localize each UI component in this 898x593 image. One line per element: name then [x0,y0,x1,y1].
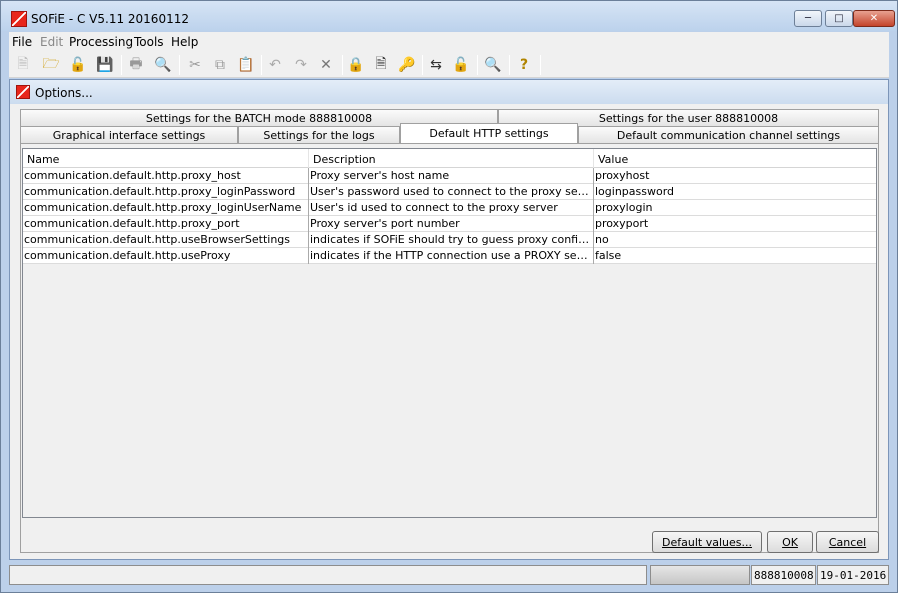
cancel-button[interactable]: Cancel [816,531,879,553]
maximize-button[interactable]: □ [825,10,853,27]
menu-edit[interactable]: Edit [40,35,63,49]
connection-icon[interactable]: ⇆ [427,56,445,74]
document-key-icon[interactable]: 🔑 [398,56,416,74]
help-icon[interactable]: ? [515,56,533,74]
cell-value[interactable]: proxyport [594,216,876,232]
title-bar[interactable]: SOFiE - C V5.11 20160112 ─ □ ✕ [1,1,897,31]
cell-description[interactable]: indicates if SOFiE should try to guess p… [309,232,594,248]
undo-icon[interactable]: ↶ [266,56,284,74]
cell-name[interactable]: communication.default.http.proxy_loginUs… [23,200,309,216]
cell-value[interactable]: proxylogin [594,200,876,216]
redo-icon[interactable]: ↷ [292,56,310,74]
status-progress [650,565,750,585]
cell-name[interactable]: communication.default.http.useBrowserSet… [23,232,309,248]
cell-name[interactable]: communication.default.http.proxy_port [23,216,309,232]
minimize-icon: ─ [804,13,812,24]
cell-value[interactable]: false [594,248,876,264]
cell-description[interactable]: User's id used to connect to the proxy s… [309,200,594,216]
cut-icon[interactable]: ✂ [186,56,204,74]
table-row[interactable]: communication.default.http.proxy_host Pro… [23,168,876,184]
column-header-description[interactable]: Description [309,149,594,168]
cell-value[interactable]: proxyhost [594,168,876,184]
options-dialog: Options... Settings for the BATCH mode 8… [9,79,889,560]
minimize-button[interactable]: ─ [794,10,822,27]
close-button[interactable]: ✕ [853,10,895,27]
sofie-logo-icon [11,11,27,27]
status-user-id: 888810008 [751,565,816,585]
status-bar: 888810008 19-01-2016 [9,564,889,586]
cell-description[interactable]: indicates if the HTTP connection use a P… [309,248,594,264]
close-icon: ✕ [869,13,879,24]
open-folder-icon[interactable]: 🗁 [42,56,60,74]
window-title: SOFiE - C V5.11 20160112 [31,12,189,26]
tab-default-http[interactable]: Default HTTP settings [400,123,578,143]
table-header: Name Description Value [23,149,876,168]
tab-graphical-interface[interactable]: Graphical interface settings [20,126,238,143]
cell-name[interactable]: communication.default.http.proxy_host [23,168,309,184]
table-row[interactable]: communication.default.http.proxy_loginUs… [23,200,876,216]
tab-panel: Name Description Value communication.def… [20,143,879,553]
print-preview-icon[interactable]: 🔍 [154,56,172,74]
status-message [9,565,647,585]
toolbar: 🗎 🗁 🔓 💾 🖶 🔍 ✂ ⧉ 📋 ↶ ↷ ✕ 🔒 🗎 🔑 ⇆ 🔓 🔍 ? [9,52,889,78]
save-icon[interactable]: 💾 [96,56,114,74]
tab-communication-channel[interactable]: Default communication channel settings [578,126,879,143]
table-row[interactable]: communication.default.http.proxy_loginPa… [23,184,876,200]
menu-bar: File Edit Processing Tools Help [9,32,889,52]
find-icon[interactable]: 🔍 [484,56,502,74]
sofie-logo-icon [16,85,30,99]
document-settings-icon[interactable]: 🗎 [372,56,390,74]
new-file-icon[interactable]: 🗎 [14,56,32,74]
column-header-value[interactable]: Value [594,149,876,168]
default-values-button[interactable]: Default values... [652,531,762,553]
table-row[interactable]: communication.default.http.useProxy indic… [23,248,876,264]
cell-value[interactable]: no [594,232,876,248]
lock-icon[interactable]: 🔒 [347,56,365,74]
dialog-title: Options... [35,86,93,100]
table-row[interactable]: communication.default.http.proxy_port Pro… [23,216,876,232]
unlock-icon[interactable]: 🔓 [452,56,470,74]
table-row[interactable]: communication.default.http.useBrowserSet… [23,232,876,248]
status-date: 19-01-2016 [817,565,889,585]
menu-tools[interactable]: Tools [134,35,164,49]
dialog-title-bar[interactable]: Options... [10,80,888,104]
application-window: SOFiE - C V5.11 20160112 ─ □ ✕ File Edit… [0,0,898,593]
unlock-open-icon[interactable]: 🔓 [69,56,87,74]
maximize-icon: □ [834,13,844,24]
cell-description[interactable]: Proxy server's port number [309,216,594,232]
ok-button[interactable]: OK [767,531,813,553]
delete-icon[interactable]: ✕ [317,56,335,74]
menu-processing[interactable]: Processing [69,35,133,49]
copy-icon[interactable]: ⧉ [211,56,229,74]
cell-description[interactable]: Proxy server's host name [309,168,594,184]
menu-file[interactable]: File [12,35,32,49]
cell-name[interactable]: communication.default.http.useProxy [23,248,309,264]
settings-table: Name Description Value communication.def… [22,148,877,518]
print-icon[interactable]: 🖶 [127,56,145,74]
cell-name[interactable]: communication.default.http.proxy_loginPa… [23,184,309,200]
cell-value[interactable]: loginpassword [594,184,876,200]
menu-help[interactable]: Help [171,35,198,49]
tab-logs[interactable]: Settings for the logs [238,126,400,143]
column-header-name[interactable]: Name [23,149,309,168]
paste-icon[interactable]: 📋 [237,56,255,74]
cell-description[interactable]: User's password used to connect to the p… [309,184,594,200]
